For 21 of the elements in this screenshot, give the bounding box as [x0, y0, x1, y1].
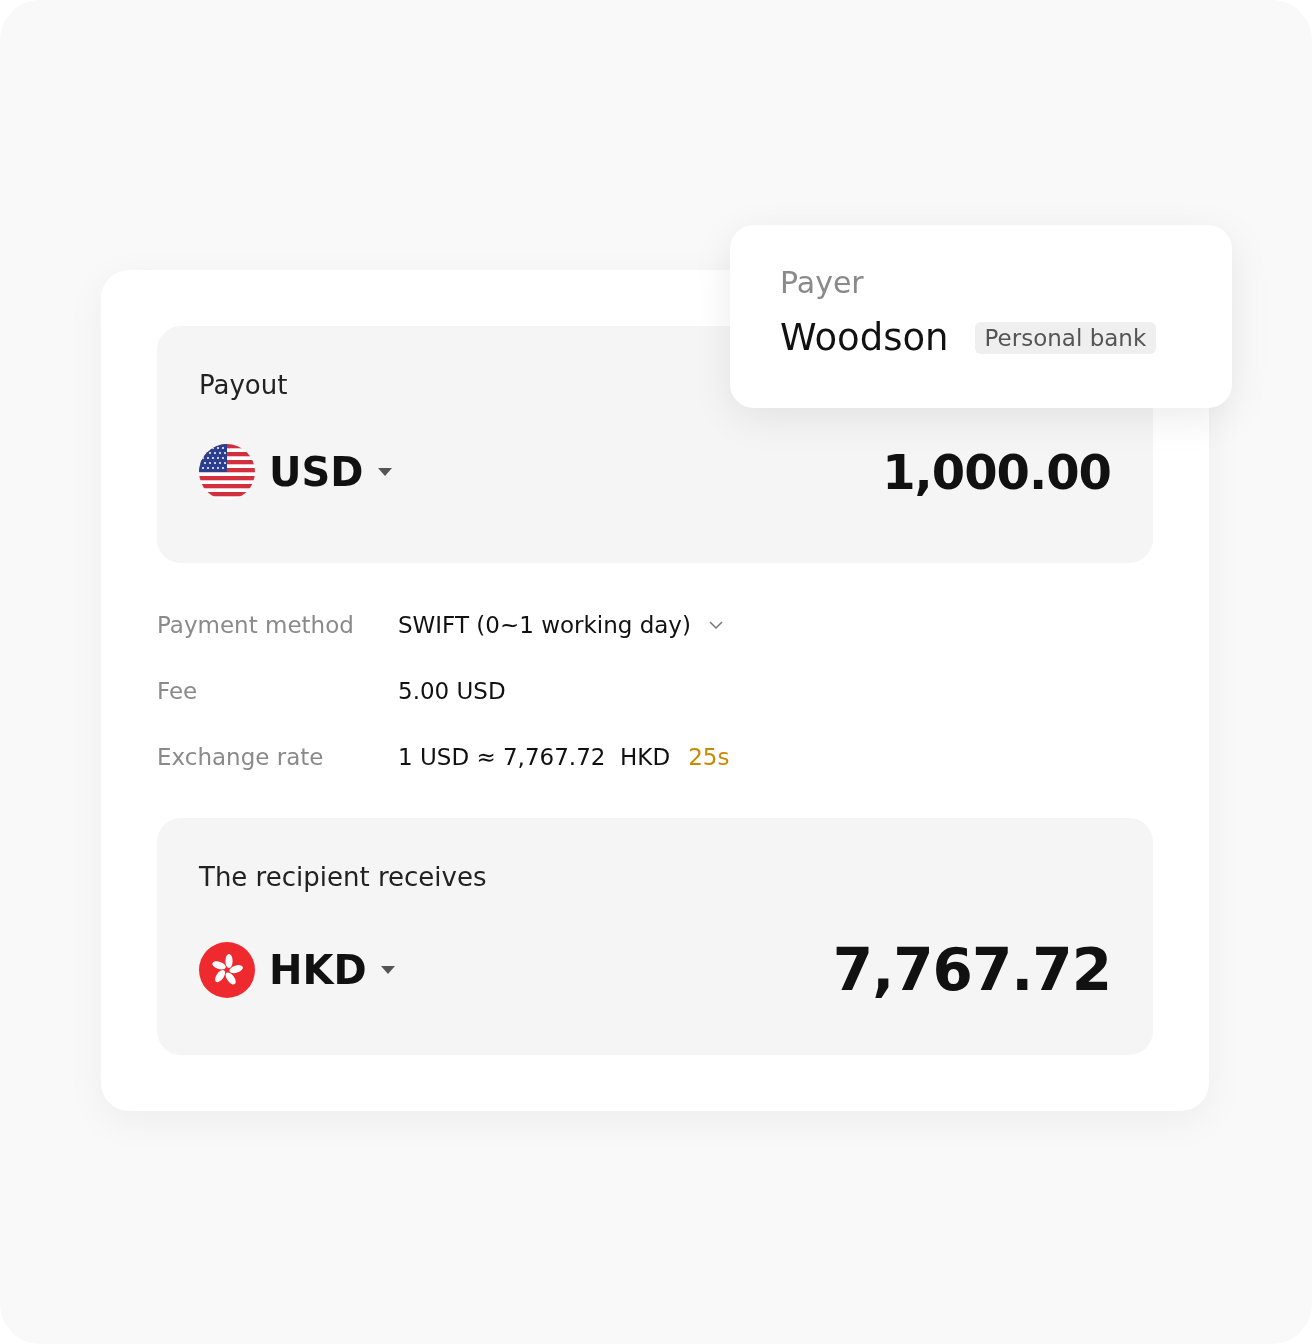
panel-label: The recipient receives: [199, 862, 487, 892]
us-flag-icon: [199, 444, 255, 500]
caret-icon: [380, 965, 395, 975]
detail-value: 1 USD ≈ 7,767.72 HKD: [398, 744, 671, 770]
caret-icon: [377, 467, 392, 477]
detail-label: Fee: [157, 678, 199, 704]
detail-value: 5.00 USD: [398, 678, 506, 704]
currency-selector[interactable]: USD: [199, 444, 392, 500]
payment-method-dropdown[interactable]: SWIFT (0~1 working day): [398, 612, 723, 638]
detail-label: Exchange rate: [157, 744, 325, 770]
amount-value: 7,767.72: [832, 936, 1111, 1004]
currency-selector[interactable]: HKD: [199, 942, 395, 998]
chevron-down-icon: [708, 621, 723, 629]
amount-value: 1,000.00: [882, 444, 1111, 500]
countdown-timer: 25s: [688, 744, 730, 770]
payer-label: Payer: [780, 265, 864, 300]
hong-kong-flag-icon: [199, 942, 255, 998]
payer-name: Woodson: [780, 316, 949, 359]
detail-label: Payment method: [157, 612, 355, 638]
panel-label: Payout: [199, 370, 288, 400]
account-tag: Personal bank: [974, 321, 1157, 354]
